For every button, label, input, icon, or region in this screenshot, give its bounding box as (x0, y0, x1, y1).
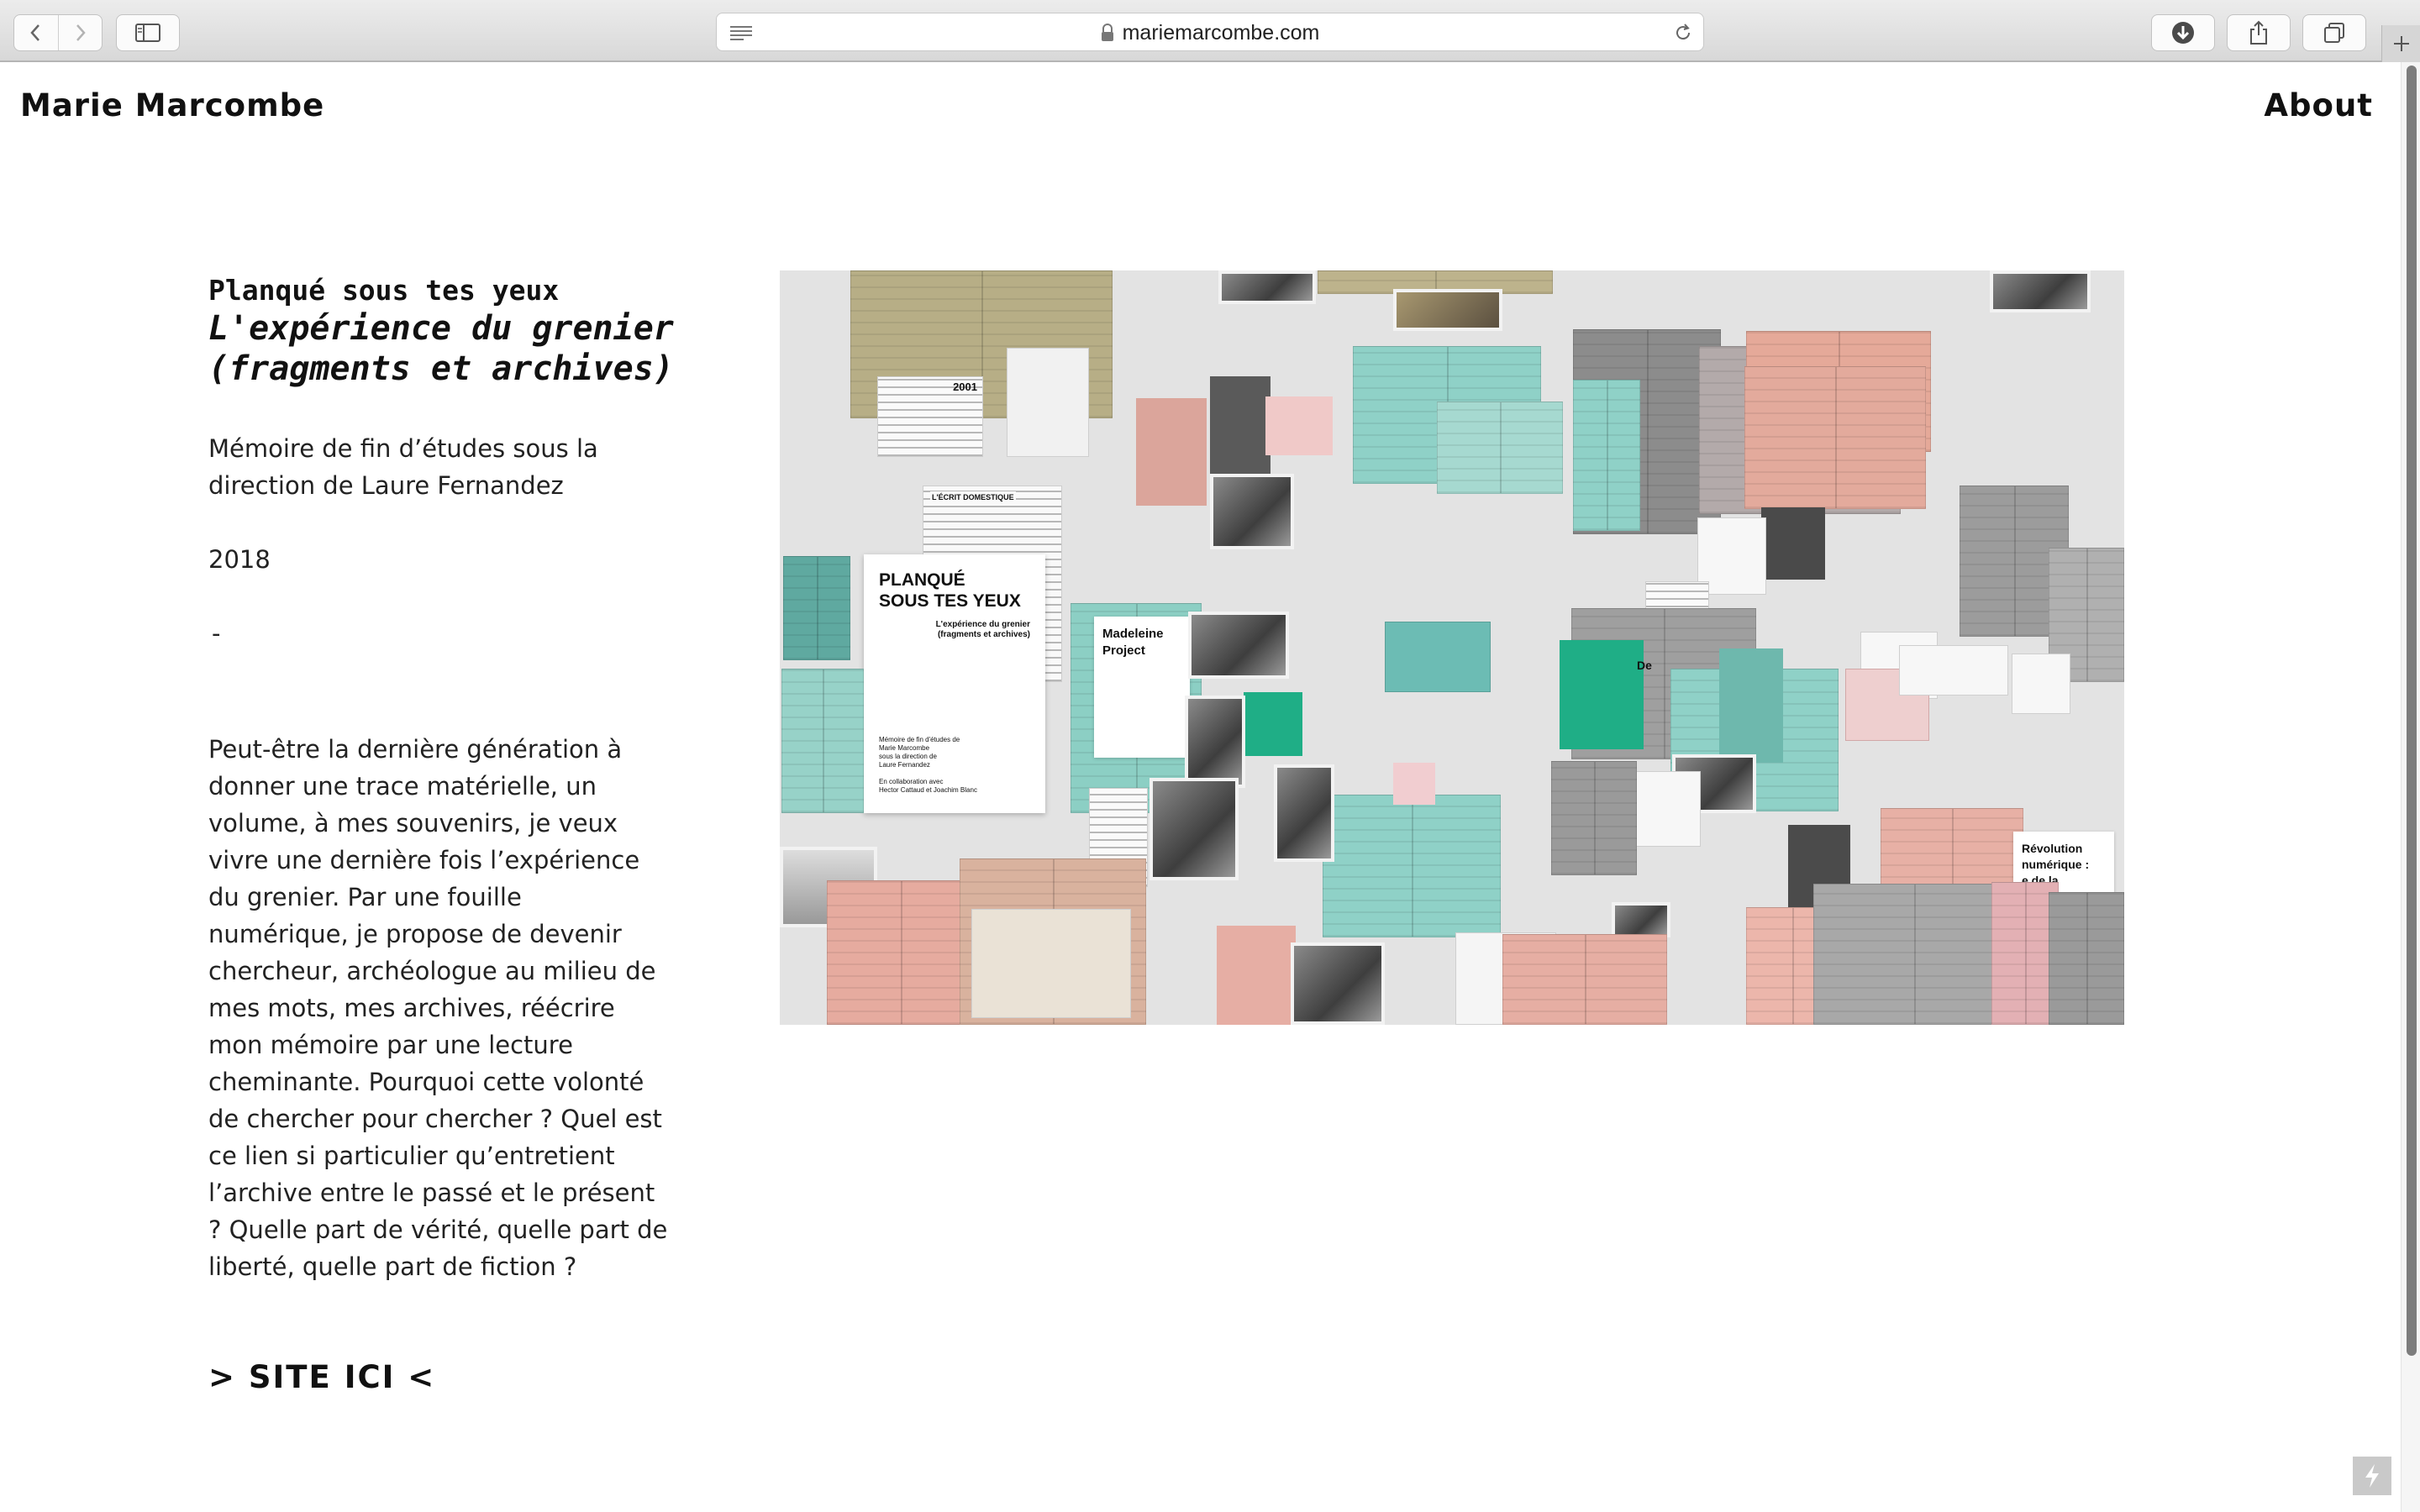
pink-card (1265, 396, 1333, 455)
photo (1291, 942, 1385, 1025)
notebook (827, 880, 975, 1025)
ecrit-domestique-label: L'ÉCRIT DOMESTIQUE (930, 491, 1016, 503)
sidebar-icon (135, 24, 160, 42)
photo (1612, 902, 1670, 937)
project-body: Peut-être la dernière génération à donne… (208, 735, 668, 1281)
downloads-button[interactable] (2151, 14, 2215, 51)
photo (1218, 270, 1316, 304)
pink-card (1217, 926, 1296, 1025)
dark-card (1210, 376, 1270, 477)
pink-card (1393, 763, 1435, 805)
notebook (781, 669, 864, 813)
photo (1990, 270, 2091, 312)
photo (1274, 764, 1334, 862)
tabs-icon (2324, 23, 2344, 43)
address-bar[interactable]: mariemarcombe.com (716, 13, 1704, 51)
project-year: 2018 (208, 545, 271, 574)
green-card (1560, 640, 1644, 749)
flash-icon[interactable] (2353, 1457, 2391, 1495)
madeleine-label: Madeleine Project (1102, 627, 1164, 658)
forward-icon (76, 24, 86, 41)
photo (1210, 474, 1294, 549)
project-subtitle: L'expérience du grenier (fragments et ar… (208, 309, 674, 388)
handwritten-letter (1007, 348, 1089, 457)
scroll-thumb[interactable] (2407, 66, 2417, 1356)
photo (1393, 289, 1502, 331)
back-button[interactable] (14, 15, 58, 50)
page-scrollbar[interactable] (2401, 62, 2420, 1512)
forward-button[interactable] (57, 15, 103, 50)
paper (2012, 654, 2070, 714)
archive-document (971, 909, 1131, 1018)
notebook (1813, 884, 2015, 1025)
cover-subtitle: L'expérience du grenier (fragments et ar… (935, 620, 1030, 639)
paper (1899, 645, 2008, 696)
new-tab-button[interactable] (2381, 25, 2420, 62)
new-tab-icon (2394, 36, 2409, 51)
share-icon (2250, 20, 2267, 45)
lock-icon (1101, 24, 1113, 41)
project-title: Planqué sous tes yeux (208, 274, 560, 307)
notebook (783, 556, 850, 660)
calendar-paper: 2001 (877, 376, 983, 457)
url-text: mariemarcombe.com (1122, 20, 1320, 45)
site-name[interactable]: Marie Marcombe (20, 87, 324, 123)
cover-title: PLANQUÉ SOUS TES YEUX (879, 570, 1021, 611)
madeleine-project-card: Madeleine Project (1094, 617, 1190, 758)
notebook (1323, 795, 1501, 937)
portrait-photo (1185, 696, 1245, 788)
pink-card (1136, 398, 1207, 506)
url-display[interactable]: mariemarcombe.com (717, 13, 1703, 52)
notebook (2049, 892, 2124, 1025)
teal-card (1719, 648, 1783, 763)
share-button[interactable] (2227, 14, 2291, 51)
notebook (1744, 366, 1926, 509)
photo (1188, 612, 1289, 679)
notebook (1437, 402, 1563, 494)
back-icon (30, 24, 39, 41)
sidebar-button[interactable] (116, 14, 180, 51)
notebook (1551, 761, 1637, 875)
project-collage-image: 2001 L'ÉCRIT DOMESTIQUE PLANQUÉ SOUS TES… (780, 270, 2124, 1025)
tabs-overview-button[interactable] (2302, 14, 2366, 51)
paper (1634, 771, 1701, 847)
about-link[interactable]: About (2264, 87, 2373, 123)
site-link[interactable]: > SITE ICI < (208, 1359, 435, 1395)
teal-envelope (1385, 622, 1491, 692)
separator: - (212, 619, 221, 648)
dark-card (1761, 507, 1825, 580)
book-cover: PLANQUÉ SOUS TES YEUX L'expérience du gr… (864, 554, 1045, 813)
browser-toolbar: mariemarcombe.com (0, 0, 2420, 62)
cover-credit: Mémoire de fin d'études de Marie Marcomb… (879, 736, 977, 794)
project-heading: Planqué sous tes yeux L'expérience du gr… (208, 274, 679, 389)
notebook (1573, 380, 1640, 531)
de-label: De (1637, 659, 1652, 672)
project-description: Mémoire de fin d’études sous la directio… (208, 434, 598, 500)
notebook (1502, 934, 1667, 1025)
download-icon (2172, 22, 2194, 44)
calendar-year: 2001 (953, 381, 977, 393)
photo (1150, 778, 1239, 880)
history-nav (13, 14, 103, 51)
reload-icon[interactable] (1673, 23, 1693, 43)
green-card (1244, 692, 1302, 756)
